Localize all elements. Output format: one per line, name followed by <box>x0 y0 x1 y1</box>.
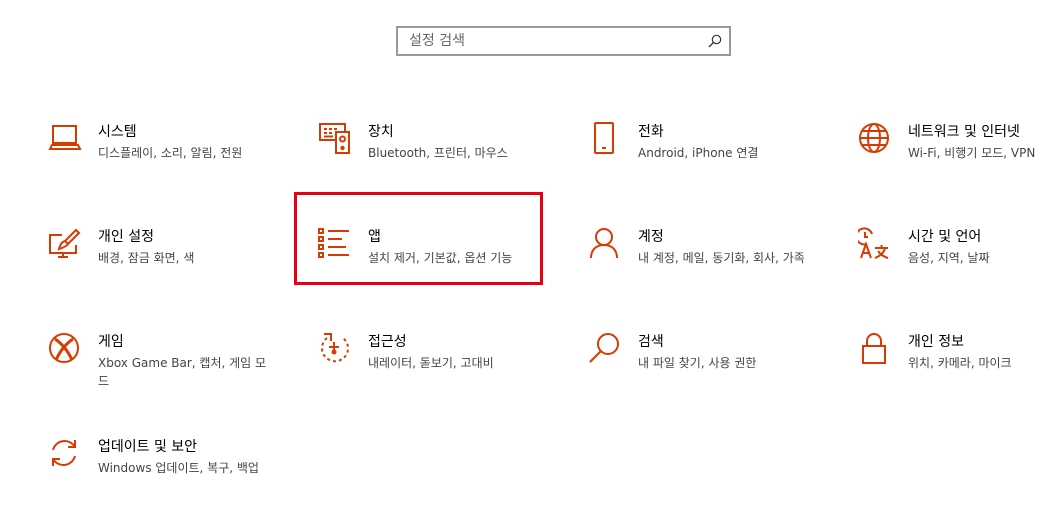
search-icon[interactable] <box>708 34 722 48</box>
category-phone[interactable]: 전화 Android, iPhone 연결 <box>588 122 848 202</box>
category-title: 개인 정보 <box>908 334 964 350</box>
category-gaming[interactable]: 게임 Xbox Game Bar, 캡처, 게임 모드 <box>48 332 308 412</box>
category-description: Bluetooth, 프린터, 마우스 <box>368 146 508 160</box>
category-devices[interactable]: 장치 Bluetooth, 프린터, 마우스 <box>318 122 578 202</box>
personalization-icon <box>48 227 82 261</box>
category-description: 설치 제거, 기본값, 옵션 기능 <box>368 251 513 265</box>
category-description: 내레이터, 돋보기, 고대비 <box>368 356 494 370</box>
category-accounts[interactable]: 계정 내 계정, 메일, 동기화, 회사, 가족 <box>588 227 848 307</box>
category-description: 디스플레이, 소리, 알림, 전원 <box>98 146 243 160</box>
devices-icon <box>318 122 352 156</box>
phone-icon <box>588 122 622 156</box>
category-title: 장치 <box>368 124 394 140</box>
category-description: Xbox Game Bar, 캡처, 게임 모드 <box>98 356 267 388</box>
category-search[interactable]: 검색 내 파일 찾기, 사용 권한 <box>588 332 848 412</box>
sync-icon <box>48 437 82 471</box>
category-title: 계정 <box>638 229 664 245</box>
apps-list-icon <box>318 227 352 261</box>
category-personalization[interactable]: 개인 설정 배경, 잠금 화면, 색 <box>48 227 308 307</box>
accessibility-icon <box>318 332 352 366</box>
category-title: 게임 <box>98 334 124 350</box>
category-title: 개인 설정 <box>98 229 154 245</box>
category-description: Wi-Fi, 비행기 모드, VPN <box>908 146 1036 160</box>
category-description: 내 계정, 메일, 동기화, 회사, 가족 <box>638 251 805 265</box>
category-privacy[interactable]: 개인 정보 위치, 카메라, 마이크 <box>858 332 1054 412</box>
category-accessibility[interactable]: 접근성 내레이터, 돋보기, 고대비 <box>318 332 578 412</box>
category-title: 네트워크 및 인터넷 <box>908 124 1020 140</box>
category-title: 앱 <box>368 229 381 245</box>
category-description: 배경, 잠금 화면, 색 <box>98 251 195 265</box>
xbox-icon <box>48 332 82 366</box>
search-magnifier-icon <box>588 332 622 366</box>
category-description: Android, iPhone 연결 <box>638 146 759 160</box>
settings-search-input[interactable] <box>398 28 698 54</box>
laptop-icon <box>48 122 82 156</box>
category-system[interactable]: 시스템 디스플레이, 소리, 알림, 전원 <box>48 122 308 202</box>
settings-search-box[interactable] <box>396 26 731 56</box>
category-description: Windows 업데이트, 복구, 백업 <box>98 461 259 475</box>
person-icon <box>588 227 622 261</box>
category-network[interactable]: 네트워크 및 인터넷 Wi-Fi, 비행기 모드, VPN <box>858 122 1054 202</box>
category-description: 음성, 지역, 날짜 <box>908 251 990 265</box>
globe-icon <box>858 122 892 156</box>
category-apps[interactable]: 앱 설치 제거, 기본값, 옵션 기능 <box>318 227 578 307</box>
category-title: 전화 <box>638 124 664 140</box>
lock-icon <box>858 332 892 366</box>
time-language-icon <box>858 227 892 261</box>
category-time-language[interactable]: 시간 및 언어 음성, 지역, 날짜 <box>858 227 1054 307</box>
category-description: 내 파일 찾기, 사용 권한 <box>638 356 757 370</box>
category-title: 시스템 <box>98 124 137 140</box>
category-title: 접근성 <box>368 334 407 350</box>
category-title: 시간 및 언어 <box>908 229 982 245</box>
category-title: 업데이트 및 보안 <box>98 439 198 455</box>
category-description: 위치, 카메라, 마이크 <box>908 356 1012 370</box>
category-title: 검색 <box>638 334 664 350</box>
category-update-security[interactable]: 업데이트 및 보안 Windows 업데이트, 복구, 백업 <box>48 437 308 517</box>
